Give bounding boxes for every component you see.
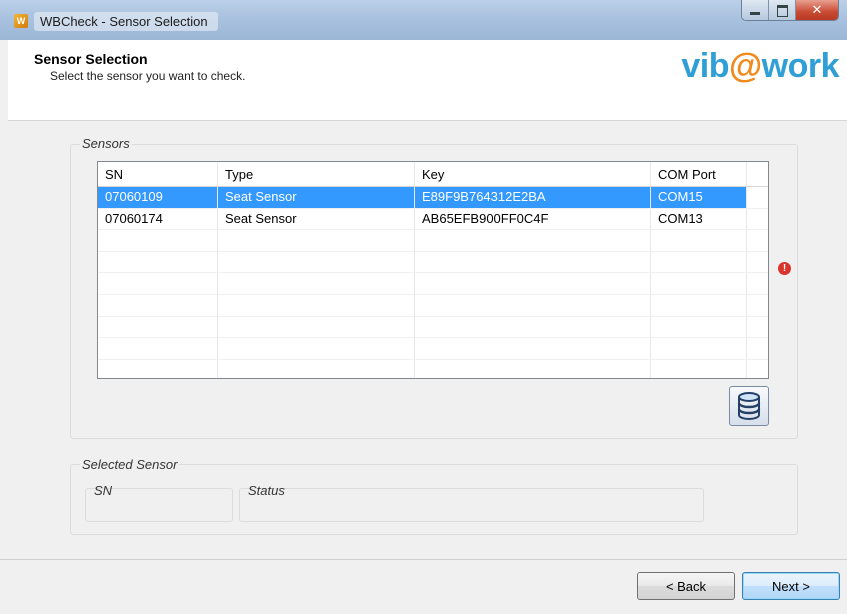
cell-type: Seat Sensor bbox=[218, 208, 415, 230]
cell-sn: 07060109 bbox=[98, 187, 218, 208]
empty-cell bbox=[218, 251, 415, 273]
cell-com-port: COM13 bbox=[651, 208, 747, 230]
caption-buttons: ✕ bbox=[741, 0, 839, 21]
cell-filler bbox=[747, 209, 768, 230]
cell-com-port: COM15 bbox=[651, 187, 747, 208]
selected-status-label: Status bbox=[248, 483, 285, 498]
empty-cell bbox=[747, 252, 768, 273]
page-title: Sensor Selection bbox=[34, 51, 148, 67]
empty-cell bbox=[415, 316, 651, 338]
empty-cell bbox=[651, 316, 747, 338]
cell-key: E89F9B764312E2BA bbox=[415, 187, 651, 208]
maximize-button[interactable] bbox=[769, 0, 796, 20]
table-body: 07060109 Seat Sensor E89F9B764312E2BA COM15… bbox=[98, 187, 768, 378]
title-bar[interactable]: W WBCheck - Sensor Selection ✕ bbox=[0, 0, 847, 40]
empty-cell bbox=[651, 294, 747, 316]
database-refresh-button[interactable] bbox=[729, 386, 769, 426]
empty-cell bbox=[415, 230, 651, 251]
empty-cell bbox=[747, 230, 768, 251]
cell-key: AB65EFB900FF0C4F bbox=[415, 208, 651, 230]
column-header-sn[interactable]: SN bbox=[98, 162, 218, 186]
empty-cell bbox=[98, 273, 218, 294]
error-icon: ! bbox=[778, 262, 791, 275]
empty-cell bbox=[98, 294, 218, 316]
empty-cell bbox=[747, 360, 768, 378]
minimize-icon bbox=[750, 12, 760, 15]
empty-cell bbox=[747, 273, 768, 294]
empty-table-row bbox=[98, 359, 768, 378]
close-icon: ✕ bbox=[811, 2, 823, 17]
table-header-row: SN Type Key COM Port bbox=[98, 162, 768, 187]
cell-type: Seat Sensor bbox=[218, 187, 415, 208]
empty-cell bbox=[415, 251, 651, 273]
empty-table-row bbox=[98, 251, 768, 274]
empty-cell bbox=[98, 316, 218, 338]
empty-cell bbox=[218, 359, 415, 378]
empty-cell bbox=[218, 294, 415, 316]
empty-cell bbox=[98, 251, 218, 273]
empty-cell bbox=[651, 338, 747, 359]
wizard-header: Sensor Selection Select the sensor you w… bbox=[8, 40, 847, 121]
table-row[interactable]: 07060109 Seat Sensor E89F9B764312E2BA COM15 bbox=[98, 187, 768, 209]
cell-sn: 07060174 bbox=[98, 208, 218, 230]
minimize-button[interactable] bbox=[742, 0, 769, 20]
empty-cell bbox=[415, 338, 651, 359]
wizard-window: W WBCheck - Sensor Selection ✕ Sensor Se… bbox=[0, 0, 847, 614]
column-header-type[interactable]: Type bbox=[218, 162, 415, 186]
column-header-filler bbox=[747, 162, 768, 186]
table-row[interactable]: 07060174 Seat Sensor AB65EFB900FF0C4F COM13 bbox=[98, 208, 768, 231]
empty-cell bbox=[747, 338, 768, 359]
selected-status-field bbox=[239, 488, 704, 522]
empty-cell bbox=[98, 230, 218, 251]
empty-cell bbox=[218, 338, 415, 359]
empty-cell bbox=[651, 359, 747, 378]
empty-table-row bbox=[98, 294, 768, 317]
column-header-key[interactable]: Key bbox=[415, 162, 651, 186]
empty-cell bbox=[415, 359, 651, 378]
page-subtitle: Select the sensor you want to check. bbox=[50, 69, 246, 83]
next-button[interactable]: Next > bbox=[742, 572, 840, 600]
empty-cell bbox=[415, 273, 651, 294]
empty-table-row bbox=[98, 273, 768, 295]
empty-table-row bbox=[98, 316, 768, 339]
empty-cell bbox=[98, 359, 218, 378]
close-button[interactable]: ✕ bbox=[796, 0, 838, 20]
empty-cell bbox=[651, 230, 747, 251]
app-icon: W bbox=[14, 14, 28, 28]
empty-cell bbox=[218, 273, 415, 294]
database-icon bbox=[737, 392, 761, 420]
empty-cell bbox=[98, 338, 218, 359]
vibatwork-logo: vib@work bbox=[681, 47, 839, 85]
selected-sensor-legend: Selected Sensor bbox=[80, 457, 180, 472]
empty-table-row bbox=[98, 338, 768, 360]
sensors-table[interactable]: SN Type Key COM Port 07060109 Seat Sensor… bbox=[97, 161, 769, 379]
cell-filler bbox=[747, 187, 768, 208]
empty-cell bbox=[218, 230, 415, 251]
empty-table-row bbox=[98, 230, 768, 252]
maximize-icon bbox=[777, 5, 788, 17]
window-title: WBCheck - Sensor Selection bbox=[34, 12, 218, 31]
back-button[interactable]: < Back bbox=[637, 572, 735, 600]
empty-cell bbox=[218, 316, 415, 338]
empty-cell bbox=[747, 295, 768, 316]
empty-cell bbox=[415, 294, 651, 316]
empty-cell bbox=[747, 317, 768, 338]
empty-cell bbox=[651, 273, 747, 294]
selected-sn-label: SN bbox=[94, 483, 113, 498]
empty-cell bbox=[651, 251, 747, 273]
column-header-com-port[interactable]: COM Port bbox=[651, 162, 747, 186]
sensors-group-legend: Sensors bbox=[80, 136, 132, 151]
